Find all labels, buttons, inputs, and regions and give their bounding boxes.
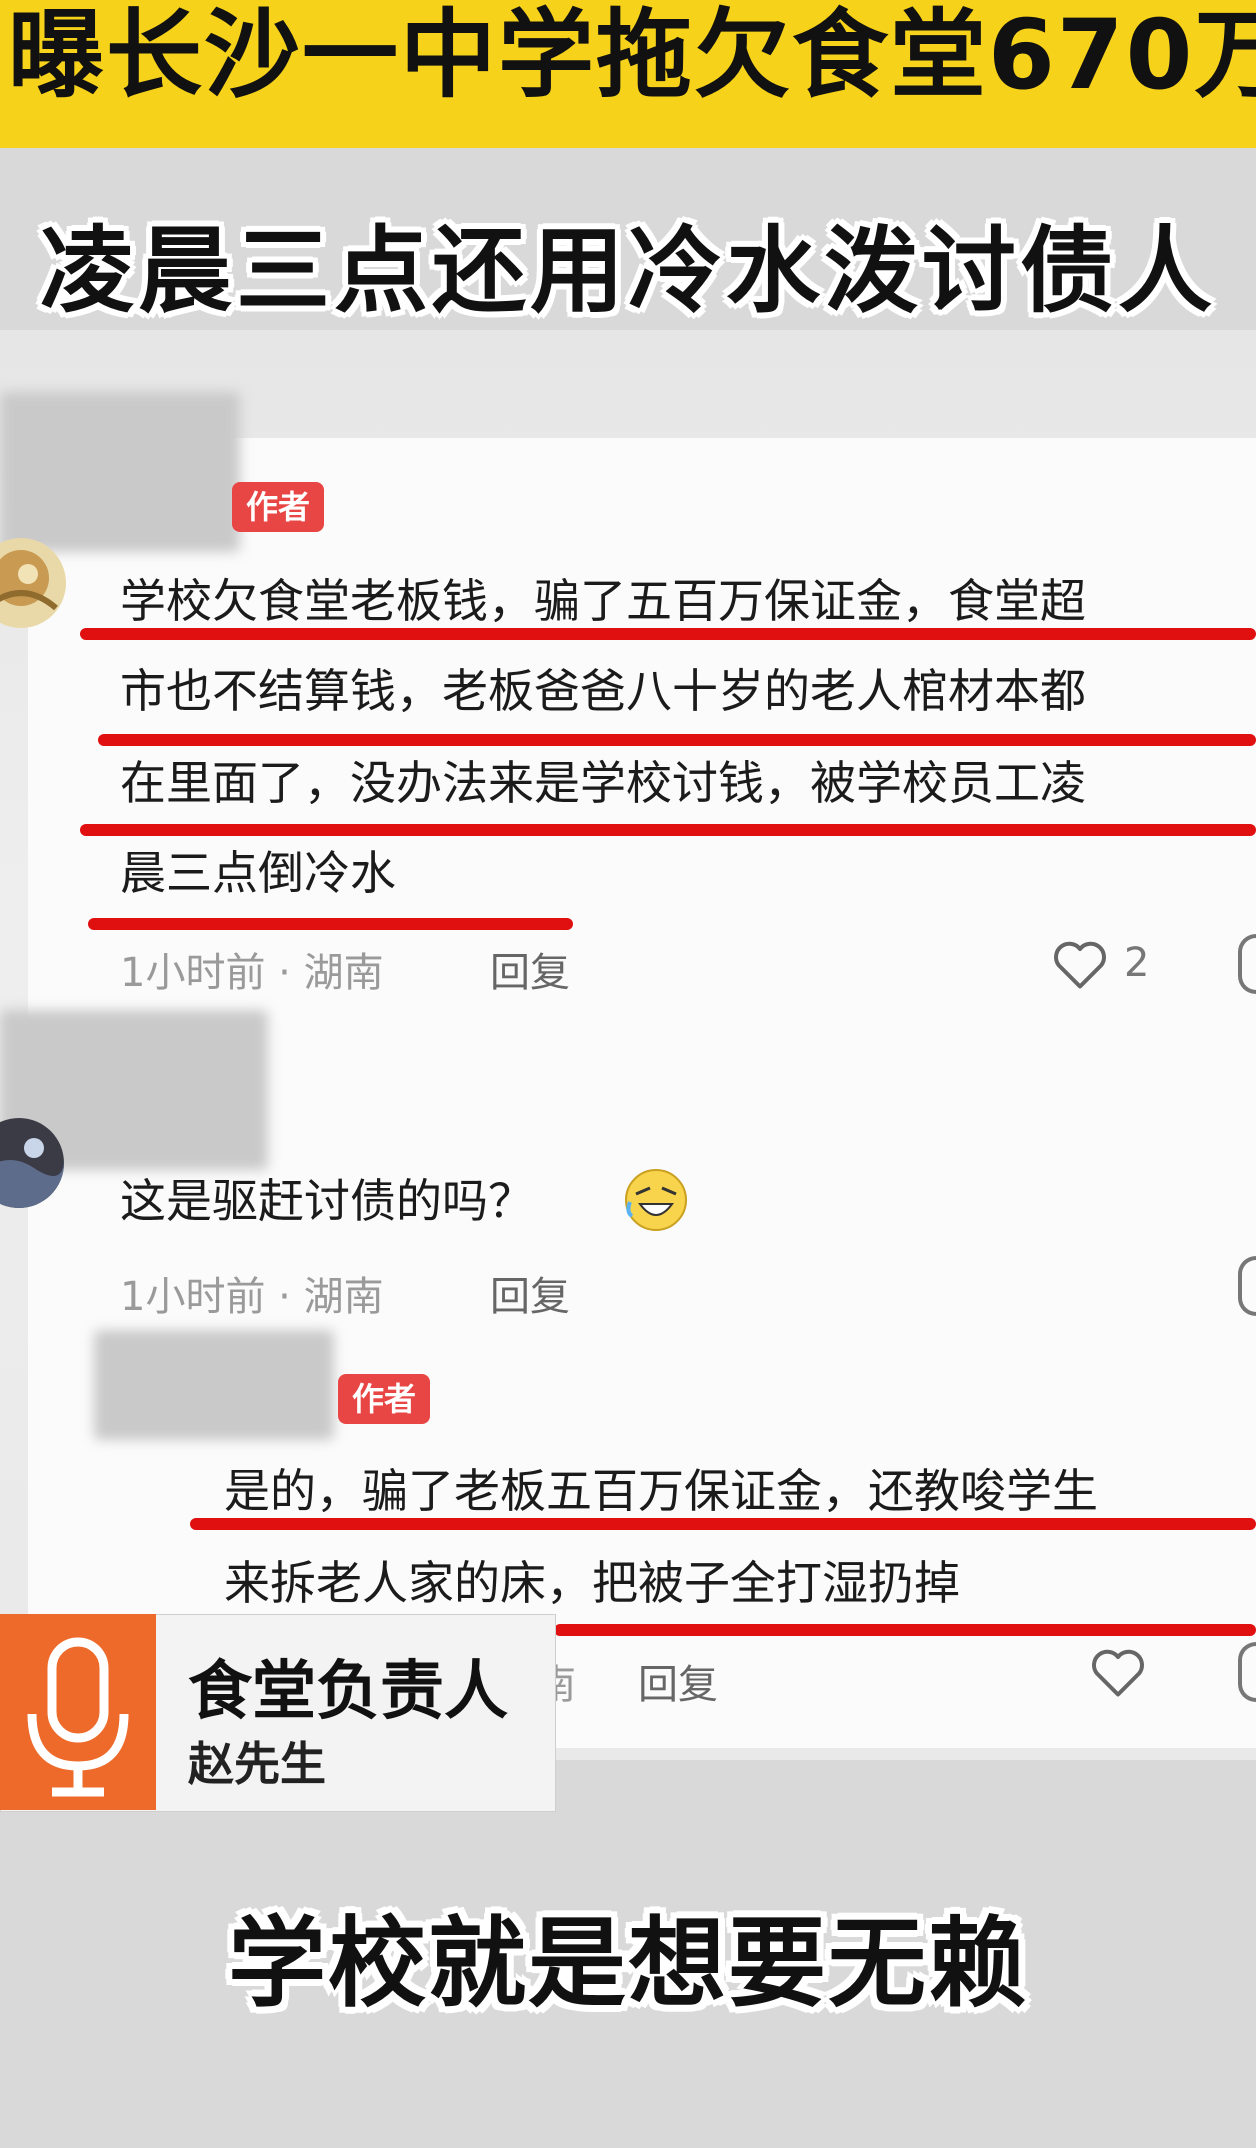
author-badge: 作者	[338, 1374, 431, 1424]
banner-subtitle: 凌晨三点还用冷水泼讨债人	[39, 217, 1216, 326]
reply-button[interactable]: 回复	[490, 1264, 570, 1322]
like-count: 2	[1124, 940, 1150, 986]
comment-line: 晨三点倒冷水	[120, 846, 396, 900]
heart-icon[interactable]	[1050, 936, 1110, 992]
reply-button[interactable]: 回复	[638, 1652, 718, 1710]
banner-title: 曝长沙一中学拖欠食堂670万	[8, 0, 1256, 110]
blurred-username	[0, 392, 240, 552]
red-underline	[88, 918, 573, 930]
side-icon-partial[interactable]	[1238, 1642, 1256, 1702]
blurred-username	[94, 1330, 334, 1440]
author-badge: 作者	[232, 482, 325, 532]
heart-icon[interactable]	[1088, 1644, 1148, 1700]
speaker-name: 赵先生	[188, 1737, 326, 1791]
red-underline	[190, 1518, 1256, 1530]
comment-line: 这是驱赶讨债的吗？	[120, 1174, 534, 1228]
comment-line: 在里面了，没办法来是学校讨钱，被学校员工凌	[120, 756, 1086, 810]
laughing-emoji-icon	[622, 1166, 690, 1234]
video-caption: 学校就是想要无赖	[227, 1907, 1028, 2021]
microphone-badge	[0, 1614, 156, 1810]
comment-line: 市也不结算钱，老板爸爸八十岁的老人棺材本都	[120, 664, 1086, 718]
speaker-role: 食堂负责人	[188, 1655, 508, 1729]
comment-meta: 1小时前 · 湖南	[120, 1274, 384, 1320]
comment-meta: 1小时前 · 湖南	[120, 950, 384, 996]
red-underline	[80, 628, 1256, 640]
side-icon-partial[interactable]	[1238, 934, 1256, 994]
microphone-icon	[27, 1637, 129, 1797]
red-underline	[554, 1624, 1256, 1636]
reply-button[interactable]: 回复	[490, 940, 570, 998]
side-icon-partial[interactable]	[1238, 1256, 1256, 1316]
